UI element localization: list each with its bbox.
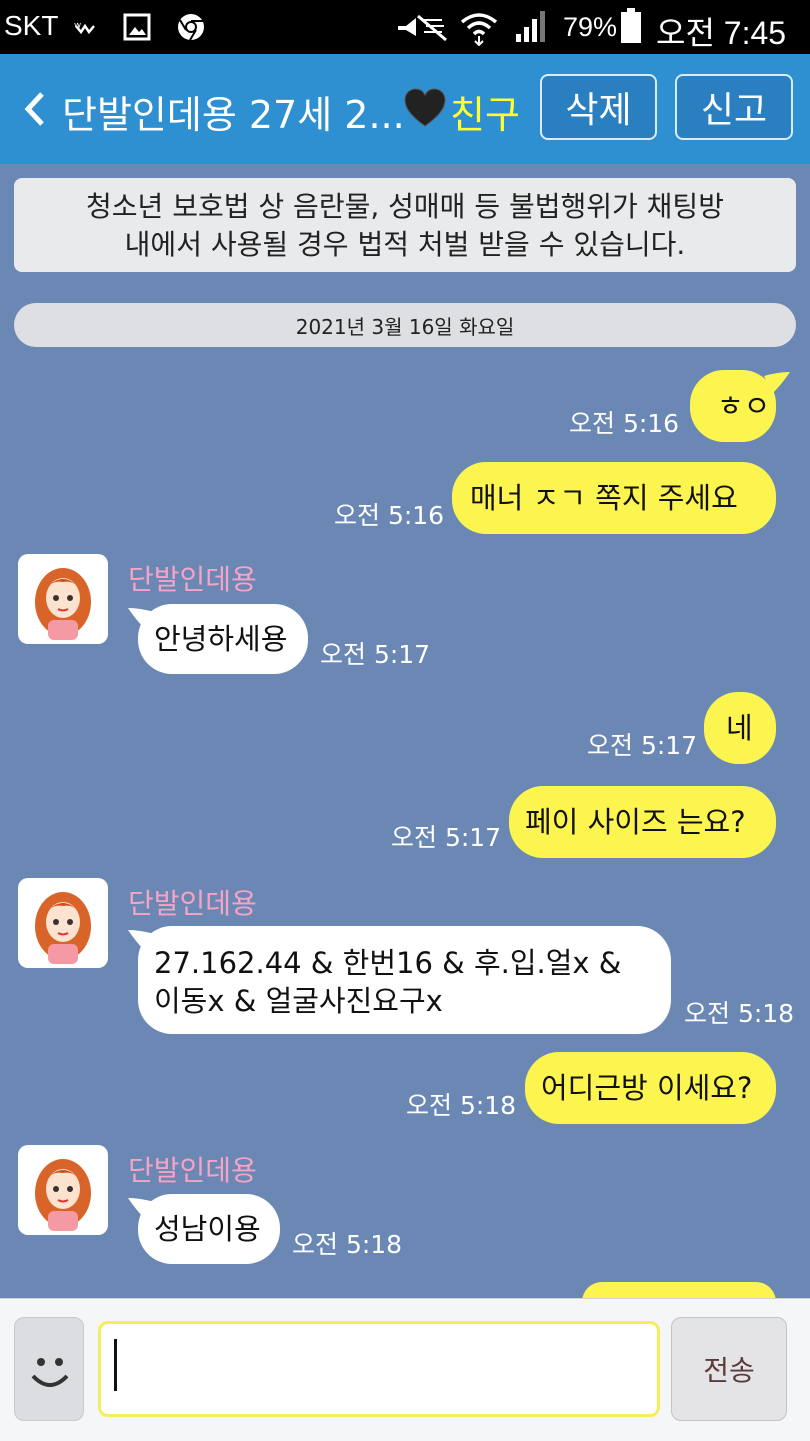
carrier-label: SKT [4, 10, 59, 41]
sender-name: 단발인데용 [128, 887, 257, 920]
friend-status-label[interactable]: 친구 [450, 84, 520, 139]
avatar-image [35, 1159, 91, 1231]
emoticon-button[interactable] [14, 1317, 84, 1421]
message-text: 어디근방 이세요? [541, 1071, 753, 1105]
chrome-icon [178, 14, 204, 41]
bubble-tail [128, 1198, 154, 1220]
message-time: 오전 5:18 [684, 999, 795, 1028]
text-cursor [114, 1339, 117, 1391]
message-text: 매너 ㅈㄱ 쪽지 주세요 [470, 481, 738, 515]
message-time: 오전 5:18 [292, 1230, 403, 1259]
message-time: 오전 5:18 [406, 1091, 517, 1120]
battery-percent: 79% [563, 12, 618, 42]
message-text: 성남이용 [154, 1212, 261, 1246]
message-text: ㅎㅇ [717, 389, 771, 423]
message-time: 오전 5:16 [334, 501, 445, 530]
chat-title: 단발인데용 27세 2... [62, 93, 402, 137]
heart-icon [404, 88, 446, 127]
their-message-bubble[interactable]: 안녕하세용 [138, 604, 308, 674]
message-text: 27.162.44 & 한번16 & 후.입.얼x & [154, 946, 622, 980]
their-message-bubble[interactable]: 27.162.44 & 한번16 & 후.입.얼x & 이동x & 얼굴사진요구… [138, 926, 671, 1034]
wifi-calling-icon: ʷ [74, 20, 95, 36]
bubble-tail [764, 372, 790, 394]
bubble-tail [128, 608, 154, 630]
sender-name: 단발인데용 [128, 1154, 257, 1187]
their-message-bubble[interactable]: 성남이용 [138, 1194, 280, 1264]
smiley-icon [31, 1358, 69, 1387]
avatar-image [35, 892, 91, 964]
avatar[interactable] [18, 554, 108, 644]
status-bar: SKT ʷ 79% 오전 7:45 [0, 0, 810, 54]
message-time: 오전 5:17 [391, 823, 502, 852]
mute-icon [398, 14, 447, 42]
message-input[interactable] [98, 1321, 660, 1417]
message-text: 네 [726, 711, 753, 745]
avatar-image [35, 568, 91, 640]
send-button[interactable]: 전송 [671, 1317, 787, 1421]
report-button[interactable]: 신고 [675, 74, 793, 140]
message-text: 이동x & 얼굴사진요구x [154, 984, 443, 1018]
gallery-icon [123, 13, 151, 41]
chat-header: 단발인데용 27세 2... 친구 삭제 신고 [0, 54, 810, 164]
my-message-bubble[interactable]: 매너 ㅈㄱ 쪽지 주세요 [452, 462, 776, 534]
date-separator: 2021년 3월 16일 화요일 [14, 303, 796, 347]
status-clock: 오전 7:45 [656, 15, 787, 51]
bubble-tail [128, 930, 154, 952]
message-input-bar: 전송 [0, 1298, 810, 1441]
avatar[interactable] [18, 1145, 108, 1235]
message-time: 오전 5:17 [320, 640, 431, 669]
my-message-bubble[interactable]: 어디근방 이세요? [525, 1052, 776, 1124]
legal-notice: 청소년 보호법 상 음란물, 성매매 등 불법행위가 채팅방 내에서 사용될 경… [14, 178, 796, 272]
notice-line: 청소년 보호법 상 음란물, 성매매 등 불법행위가 채팅방 [86, 190, 724, 223]
message-time: 오전 5:17 [587, 731, 698, 760]
my-message-bubble[interactable]: 페이 사이즈 는요? [509, 786, 776, 858]
signal-icon [516, 11, 545, 42]
message-text: 페이 사이즈 는요? [525, 805, 746, 839]
wifi-icon [460, 13, 498, 46]
sender-name: 단발인데용 [128, 563, 257, 596]
message-text: 안녕하세용 [154, 622, 288, 656]
message-time: 오전 5:16 [569, 409, 680, 438]
my-message-bubble[interactable]: 네 [704, 692, 776, 764]
battery-icon [621, 8, 641, 43]
delete-button[interactable]: 삭제 [540, 74, 657, 140]
avatar[interactable] [18, 878, 108, 968]
back-arrow-icon[interactable] [22, 90, 48, 128]
notice-line: 내에서 사용될 경우 법적 처벌 받을 수 있습니다. [124, 228, 686, 261]
